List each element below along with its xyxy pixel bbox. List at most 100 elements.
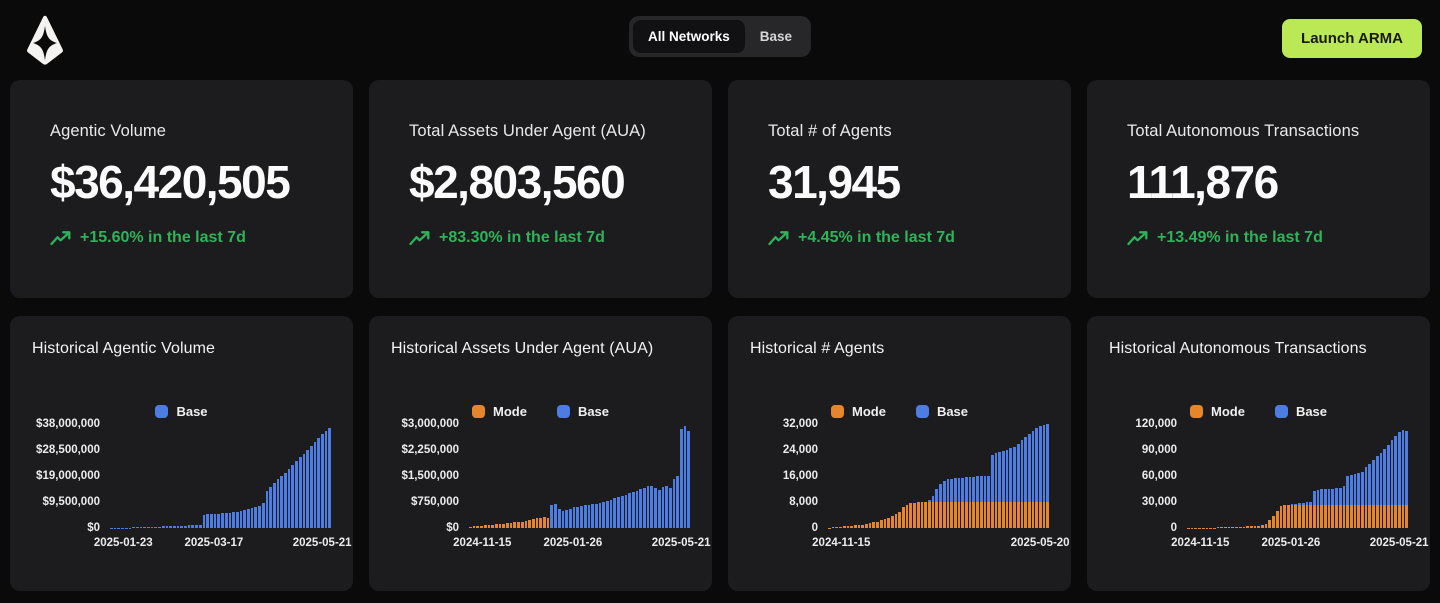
mode-bar-segment bbox=[928, 502, 931, 528]
mode-bar-segment bbox=[987, 502, 990, 528]
base-bar-segment bbox=[247, 509, 250, 528]
mode-bar-segment bbox=[1032, 502, 1035, 528]
base-bar-segment bbox=[140, 527, 143, 528]
bar bbox=[906, 424, 909, 528]
bar bbox=[1317, 424, 1320, 528]
stat-title: Total Assets Under Agent (AUA) bbox=[409, 122, 712, 141]
trending-up-icon bbox=[50, 230, 71, 247]
mode-bar-segment bbox=[1272, 516, 1275, 528]
bar bbox=[1206, 424, 1209, 528]
bar bbox=[1354, 424, 1357, 528]
bar bbox=[1324, 424, 1327, 528]
mode-bar-segment bbox=[976, 502, 979, 528]
bar bbox=[188, 424, 191, 528]
bar bbox=[909, 424, 912, 528]
base-bar-segment bbox=[251, 508, 254, 528]
base-bar-segment bbox=[1380, 453, 1383, 505]
base-bar-segment bbox=[169, 526, 172, 528]
chart-title: Historical Agentic Volume bbox=[32, 340, 331, 358]
base-bar-segment bbox=[221, 513, 224, 528]
bar bbox=[521, 424, 524, 528]
bar bbox=[1250, 424, 1253, 528]
bar bbox=[1357, 424, 1360, 528]
bar bbox=[1265, 424, 1268, 528]
mode-bar-segment bbox=[506, 523, 509, 528]
mode-bar-segment bbox=[909, 503, 912, 528]
bar bbox=[299, 424, 302, 528]
chart-card-aua: Historical Assets Under Agent (AUA) Mode… bbox=[369, 316, 712, 591]
bar bbox=[517, 424, 520, 528]
bar bbox=[510, 424, 513, 528]
y-tick-label: 32,000 bbox=[783, 418, 818, 430]
bar bbox=[991, 424, 994, 528]
bar bbox=[1187, 424, 1190, 528]
base-bar-segment bbox=[317, 438, 320, 528]
bar bbox=[669, 424, 672, 528]
base-bar-segment bbox=[610, 500, 613, 528]
base-bar-segment bbox=[976, 476, 979, 502]
base-bar-segment bbox=[1313, 491, 1316, 505]
bar bbox=[1298, 424, 1301, 528]
bar bbox=[1372, 424, 1375, 528]
bar bbox=[832, 424, 835, 528]
mode-bar-segment bbox=[521, 522, 524, 528]
chart-title: Historical Autonomous Transactions bbox=[1109, 340, 1408, 358]
base-bar-segment bbox=[1405, 431, 1408, 505]
bar bbox=[987, 424, 990, 528]
bar bbox=[1246, 424, 1249, 528]
base-bar-segment bbox=[195, 525, 198, 528]
network-toggle-base[interactable]: Base bbox=[745, 20, 807, 53]
base-bar-segment bbox=[1361, 472, 1364, 505]
launch-arma-button[interactable]: Launch ARMA bbox=[1282, 19, 1422, 58]
base-bar-segment bbox=[1402, 430, 1405, 505]
mode-bar-segment bbox=[1276, 511, 1279, 528]
base-bar-segment bbox=[277, 479, 280, 528]
bar bbox=[314, 424, 317, 528]
y-tick-label: $0 bbox=[446, 522, 459, 534]
mode-bar-segment bbox=[1013, 502, 1016, 528]
mode-bar-segment bbox=[1028, 502, 1031, 528]
mode-bar-segment bbox=[1250, 526, 1253, 528]
bar bbox=[1235, 424, 1238, 528]
mode-bar-segment bbox=[528, 520, 531, 528]
x-tick-label: 2024-11-15 bbox=[1171, 537, 1229, 549]
base-bar-segment bbox=[1350, 475, 1353, 504]
mode-bar-segment bbox=[984, 502, 987, 528]
base-bar-segment bbox=[580, 506, 583, 528]
base-bar-segment bbox=[1035, 428, 1038, 502]
bar bbox=[943, 424, 946, 528]
base-bar-segment bbox=[214, 514, 217, 528]
bar bbox=[902, 424, 905, 528]
base-bar-segment bbox=[984, 476, 987, 502]
mode-bar-segment bbox=[935, 502, 938, 528]
mode-bar-segment bbox=[1220, 527, 1223, 528]
bar bbox=[1043, 424, 1046, 528]
base-bar-segment bbox=[584, 505, 587, 528]
bar bbox=[1254, 424, 1257, 528]
y-tick-label: $38,000,000 bbox=[36, 418, 100, 430]
base-bar-segment bbox=[617, 497, 620, 528]
network-toggle-all-networks[interactable]: All Networks bbox=[633, 20, 745, 53]
legend-label: Mode bbox=[493, 404, 527, 419]
mode-bar-segment bbox=[1261, 525, 1264, 528]
y-tick-label: $28,500,000 bbox=[36, 444, 100, 456]
bar bbox=[262, 424, 265, 528]
legend-label: Mode bbox=[1211, 404, 1245, 419]
base-bar-segment bbox=[576, 507, 579, 528]
bar bbox=[1209, 424, 1212, 528]
mode-bar-segment bbox=[1328, 505, 1331, 528]
legend-label: Mode bbox=[852, 404, 886, 419]
mode-bar-segment bbox=[847, 526, 850, 528]
mode-bar-segment bbox=[876, 522, 879, 529]
bar bbox=[291, 424, 294, 528]
arma-pyramid-star-icon[interactable] bbox=[26, 14, 64, 66]
x-tick-label: 2025-05-21 bbox=[1370, 537, 1429, 549]
base-bar-segment bbox=[636, 491, 639, 528]
mode-bar-segment bbox=[902, 507, 905, 528]
bar bbox=[236, 424, 239, 528]
bar bbox=[140, 424, 143, 528]
legend-label: Base bbox=[1296, 404, 1327, 419]
bar bbox=[947, 424, 950, 528]
bar bbox=[610, 424, 613, 528]
mode-bar-segment bbox=[884, 519, 887, 528]
